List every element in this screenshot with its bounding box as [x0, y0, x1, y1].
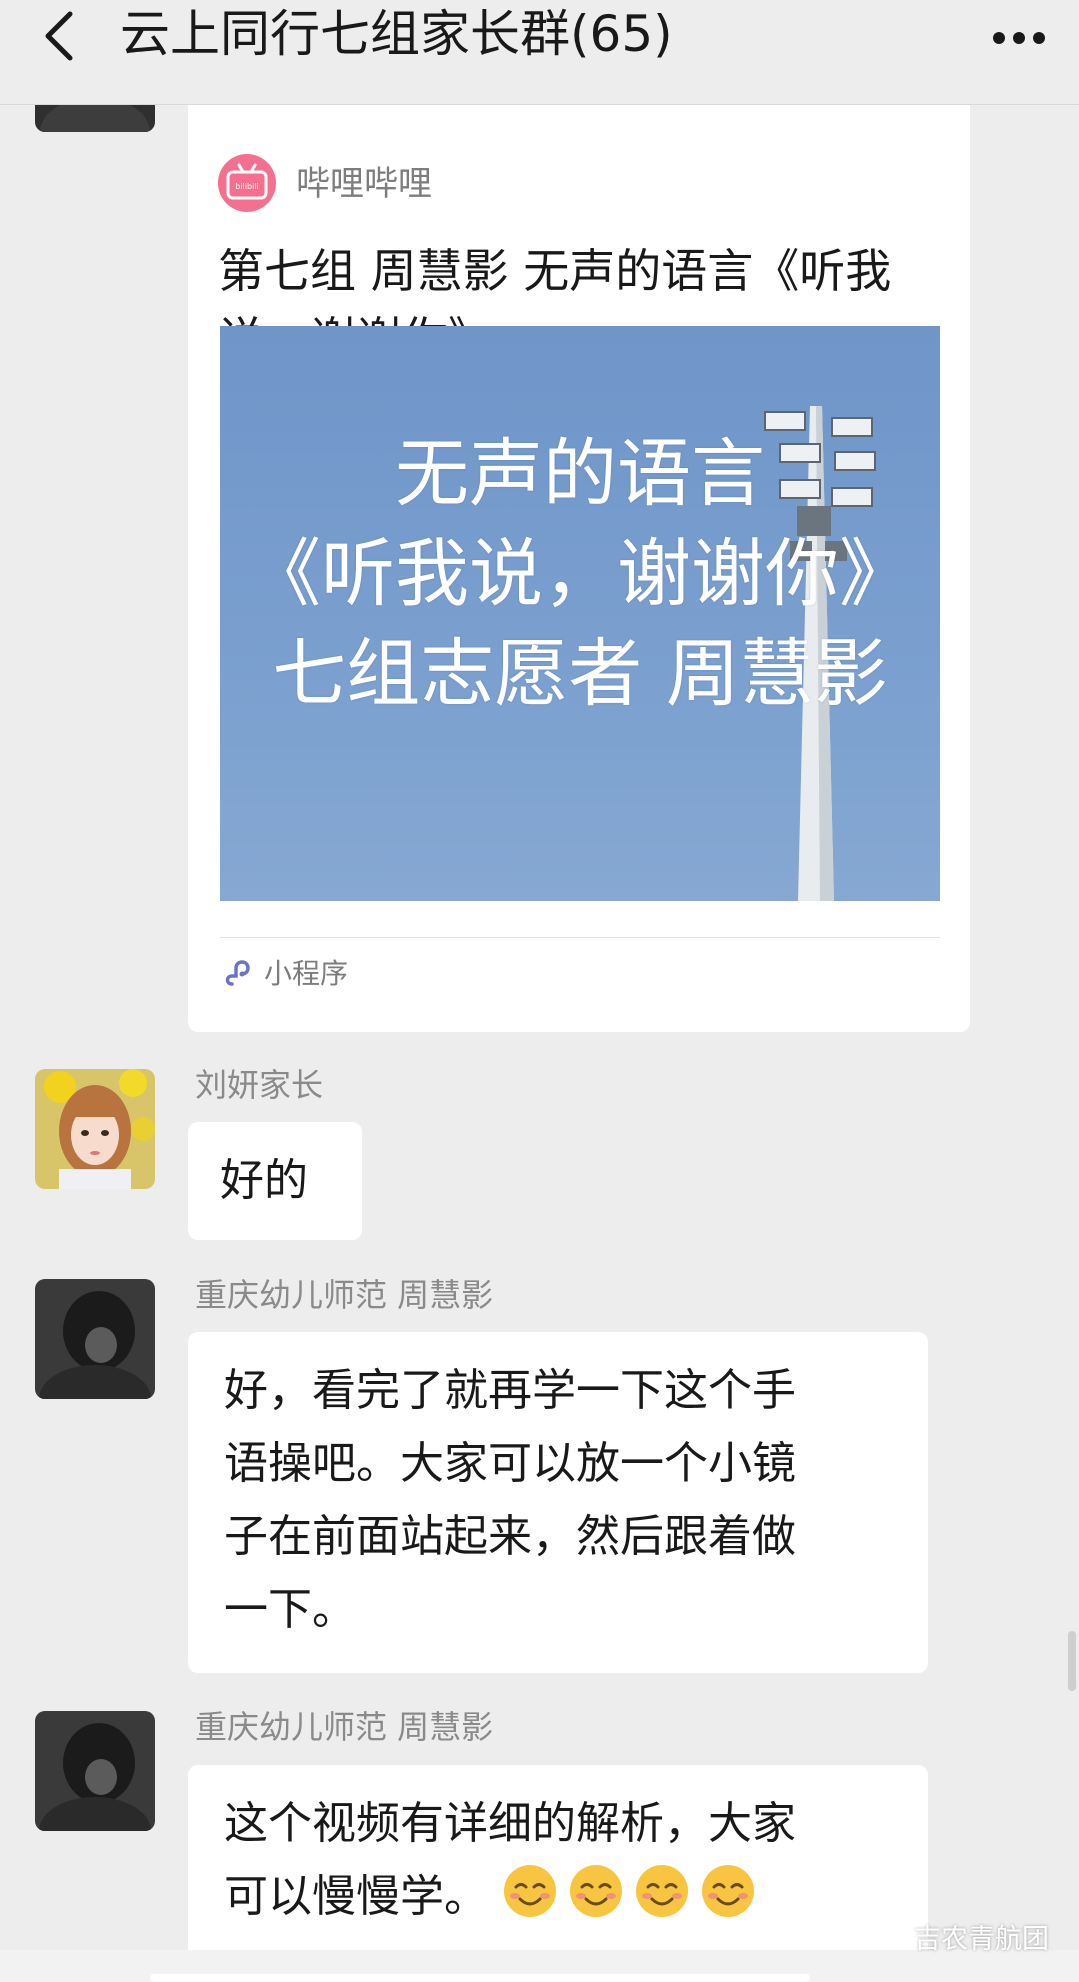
bilibili-icon: bilibili [218, 154, 276, 212]
message-input-field[interactable] [150, 1974, 810, 1982]
smiling-emoji-icon [570, 1865, 622, 1917]
smiling-emoji-icon [636, 1865, 688, 1917]
avatar-image [35, 1279, 155, 1399]
video-thumbnail[interactable]: 无声的语言 《听我说，谢谢你》 七组志愿者 周慧影 [220, 326, 940, 901]
message-text-line: 好，看完了就再学一下这个手 [224, 1365, 796, 1416]
message-text-line: 子在前面站起来，然后跟着做 [224, 1511, 796, 1562]
avatar[interactable] [35, 1279, 155, 1399]
avatar[interactable] [35, 104, 155, 132]
message-bubble[interactable]: 好，看完了就再学一下这个手 语操吧。大家可以放一个小镜 子在前面站起来，然后跟着… [188, 1332, 928, 1673]
mini-program-card[interactable]: bilibili 哔哩哔哩 第七组 周慧影 无声的语言《听我说，谢谢你》 [188, 104, 970, 1032]
message-text-fragment: 可以慢慢学。 [224, 1871, 488, 1922]
avatar-image [35, 104, 155, 132]
message-text-line: 一下。 [224, 1584, 356, 1635]
sender-name: 刘妍家长 [195, 1066, 324, 1104]
thumbnail-caption-line: 七组志愿者 周慧影 [272, 631, 888, 717]
avatar[interactable] [35, 1069, 155, 1189]
message-text-line: 这个视频有详细的解析，大家 [224, 1798, 796, 1849]
chat-message-list[interactable]: bilibili 哔哩哔哩 第七组 周慧影 无声的语言《听我说，谢谢你》 [0, 104, 1079, 1950]
wechat-official-account-icon [868, 1921, 907, 1949]
watermark: 吉农青航团 [868, 1916, 1049, 1956]
watermark-text: 吉农青航团 [914, 1923, 1049, 1955]
sender-name: 重庆幼儿师范 周慧影 [195, 1276, 494, 1314]
sender-name: 重庆幼儿师范 周慧影 [195, 1708, 494, 1746]
mini-program-label: 小程序 [264, 957, 349, 990]
thumbnail-caption-line: 无声的语言 [395, 431, 765, 517]
avatar[interactable] [35, 1711, 155, 1831]
svg-text:bilibili: bilibili [235, 182, 259, 191]
message-text: 好的 [220, 1155, 308, 1206]
back-button[interactable] [30, 6, 90, 66]
scrollbar[interactable] [1068, 1631, 1076, 1691]
avatar-image [35, 1711, 155, 1831]
card-app-name: 哔哩哔哩 [296, 164, 432, 204]
thumbnail-caption-line: 《听我说，谢谢你》 [247, 531, 913, 617]
more-dots-icon [993, 32, 1045, 44]
chat-header: 云上同行七组家长群(65) [0, 0, 1079, 105]
message-text-line: 可以慢慢学。 [224, 1860, 892, 1933]
chat-title: 云上同行七组家长群(65) [120, 5, 673, 63]
card-divider [220, 937, 940, 938]
mini-program-icon [225, 960, 250, 986]
smiling-emoji-icon [504, 1865, 556, 1917]
more-options-button[interactable] [979, 6, 1059, 66]
avatar-image [35, 1069, 155, 1189]
message-text-line: 语操吧。大家可以放一个小镜 [224, 1438, 796, 1489]
message-bubble[interactable]: 这个视频有详细的解析，大家 可以慢慢学。 [188, 1765, 928, 1950]
message-bubble[interactable]: 好的 [188, 1122, 362, 1240]
smiling-emoji-icon [702, 1865, 754, 1917]
chevron-left-icon [45, 11, 73, 61]
